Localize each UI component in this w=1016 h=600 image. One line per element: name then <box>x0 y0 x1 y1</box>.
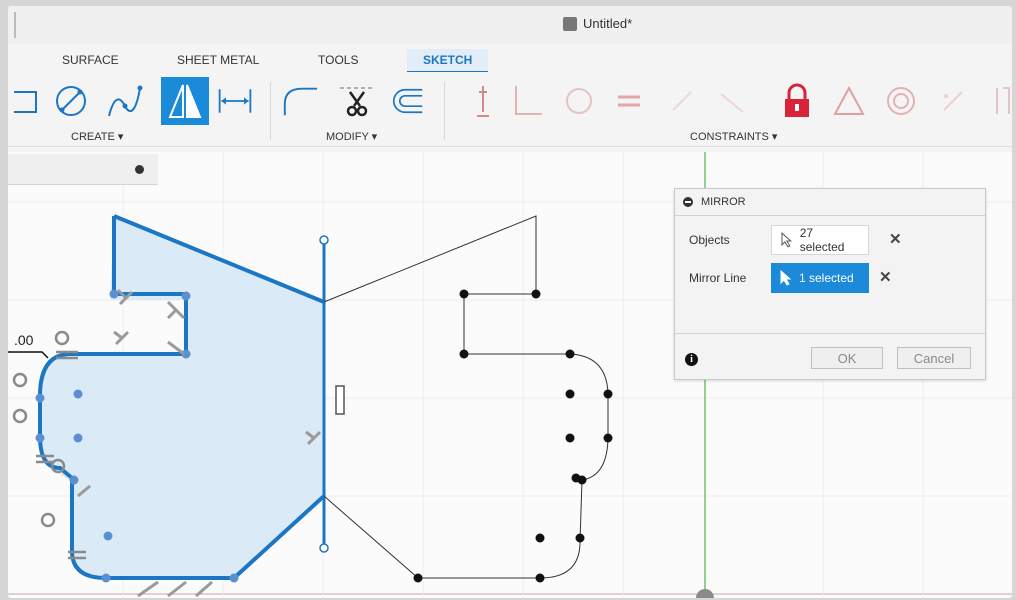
selected-profile-fill <box>40 216 324 578</box>
dimension-value[interactable]: .00 <box>14 332 33 348</box>
mirror-dialog-title: MIRROR <box>701 196 746 208</box>
midpoint-marker <box>335 385 345 415</box>
collapse-dialog-icon[interactable] <box>683 197 693 207</box>
mirror-line-selection-value: 1 selected <box>799 271 854 285</box>
objects-selection-field[interactable]: 27 selected <box>771 225 869 255</box>
title-bar: Untitled* <box>8 6 1012 44</box>
clear-mirror-line-button[interactable]: ✕ <box>879 268 892 286</box>
browser-search-strip[interactable] <box>8 154 158 185</box>
modify-menu[interactable]: MODIFY ▾ <box>326 130 377 143</box>
horizontal-vertical-constraint-icon[interactable] <box>464 82 502 120</box>
dimension-tool-icon[interactable] <box>216 82 254 120</box>
create-menu[interactable]: CREATE ▾ <box>71 130 123 143</box>
tab-sheet-metal[interactable]: SHEET METAL <box>177 49 259 71</box>
tab-tools[interactable]: TOOLS <box>318 49 358 71</box>
sketch-points-unselected[interactable] <box>413 289 613 583</box>
objects-selection-value: 27 selected <box>799 226 845 254</box>
mirror-line-selection-field[interactable]: 1 selected <box>771 263 869 293</box>
info-icon[interactable]: i <box>685 353 698 366</box>
mirror-line-endpoint[interactable] <box>319 543 329 553</box>
objects-label: Objects <box>689 233 730 247</box>
perpendicular-constraint-icon[interactable] <box>508 82 546 120</box>
midpoint-triangle-icon[interactable] <box>830 82 868 120</box>
ok-button[interactable]: OK <box>811 347 883 369</box>
coincident-constraint-icon[interactable] <box>663 82 701 120</box>
tab-surface[interactable]: SURFACE <box>62 49 119 71</box>
fix-lock-icon[interactable] <box>778 82 816 120</box>
mirrored-sketch-profile[interactable] <box>323 215 609 579</box>
toolbar-separator <box>270 82 271 140</box>
mirror-line-label: Mirror Line <box>689 271 747 285</box>
document-title-text: Untitled* <box>583 16 633 31</box>
mirror-dialog-header[interactable]: MIRROR <box>675 189 985 216</box>
collapse-knob-icon[interactable] <box>135 165 144 174</box>
offset-tool-icon[interactable] <box>386 82 424 120</box>
concentric-constraint-icon[interactable] <box>882 82 920 120</box>
trim-tool-icon[interactable] <box>338 82 376 120</box>
circle-tool-icon[interactable] <box>52 82 90 120</box>
document-cube-icon <box>563 16 577 31</box>
origin-icon <box>696 589 714 598</box>
document-title: Untitled* <box>563 16 632 31</box>
symmetry-constraint-icon[interactable] <box>934 82 972 120</box>
cursor-arrow-icon <box>780 270 792 286</box>
clear-objects-button[interactable]: ✕ <box>889 230 902 248</box>
equal-constraint-icon[interactable] <box>610 82 648 120</box>
collinear-constraint-icon[interactable] <box>713 82 751 120</box>
spline-tool-icon[interactable] <box>106 82 144 120</box>
window-edge-divider <box>14 12 16 38</box>
rectangle-tool-icon[interactable] <box>10 82 48 120</box>
app-window: Untitled* SURFACE SHEET METAL TOOLS SKET… <box>8 6 1012 598</box>
mirror-tool-button[interactable] <box>161 77 209 125</box>
cursor-arrow-icon <box>781 232 793 248</box>
fillet-tool-icon[interactable] <box>281 82 319 120</box>
mirror-line-endpoint[interactable] <box>319 235 329 245</box>
tab-sketch[interactable]: SKETCH <box>407 49 489 73</box>
mirror-icon <box>168 84 202 118</box>
tangent-constraint-icon[interactable] <box>560 82 598 120</box>
cancel-button[interactable]: Cancel <box>897 347 971 369</box>
dimension-leader <box>8 351 49 359</box>
dialog-divider <box>675 333 985 334</box>
mirror-dialog: MIRROR Objects 27 selected ✕ Mirror Line… <box>674 188 986 380</box>
curvature-constraint-icon[interactable] <box>984 82 1012 120</box>
constraints-menu[interactable]: CONSTRAINTS ▾ <box>690 130 777 143</box>
toolbar-separator <box>444 82 445 140</box>
